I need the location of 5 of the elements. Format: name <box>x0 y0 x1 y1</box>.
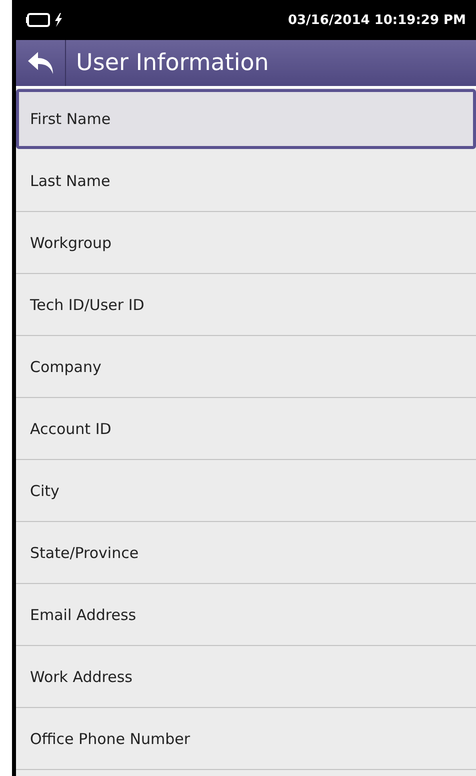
battery-icon <box>26 13 50 27</box>
page-title: User Information <box>75 50 269 76</box>
field-row[interactable]: First Name <box>16 89 476 149</box>
back-arrow-icon <box>26 51 54 75</box>
date-time: 03/16/2014 10:19:29 PM <box>288 12 466 28</box>
